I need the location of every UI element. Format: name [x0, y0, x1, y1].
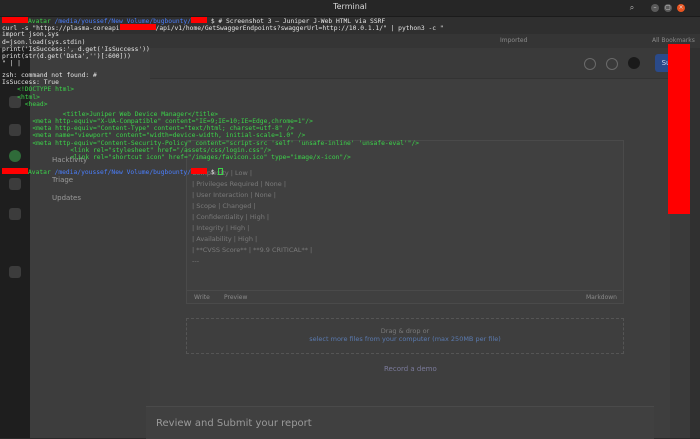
redacted-username	[2, 168, 28, 174]
maximize-button[interactable]: ▢	[664, 4, 672, 12]
minimize-button[interactable]: –	[651, 4, 659, 12]
dropzone-text: Drag & drop or	[380, 327, 430, 335]
prompt-line-1: Avatar /media/youssef/New Volume/bugboun…	[2, 17, 385, 25]
redacted-username	[2, 17, 28, 23]
html-line: <meta http-equiv="Content-Type" content=…	[32, 125, 294, 133]
search-icon[interactable]: ⌕	[627, 3, 637, 13]
html-line: <html>	[17, 93, 40, 101]
redacted-host	[119, 24, 156, 31]
markdown-hint: Markdown	[586, 294, 617, 301]
review-title: Review and Submit your report	[156, 418, 312, 429]
review-section: Review and Submit your report	[146, 406, 654, 439]
redacted-scrollbar-overlay	[668, 44, 690, 214]
output-issuccess: IsSuccess: True	[2, 79, 59, 87]
html-line: <meta name="viewport" content="width=dev…	[32, 132, 306, 140]
dropzone-select-link[interactable]: select more files from your computer (ma…	[187, 335, 623, 343]
py-line: import json,sys	[2, 31, 59, 39]
chart-icon[interactable]	[9, 208, 21, 220]
terminal-titlebar[interactable]: Terminal ⌕ – ▢ ×	[0, 0, 700, 17]
record-demo-button[interactable]: Record a demo	[384, 365, 437, 373]
py-line: print(str(d.get('Data','')[:600]))	[2, 53, 131, 60]
html-line: <!DOCTYPE html>	[17, 86, 75, 94]
prompt-line-2: Avatar /media/youssef/New Volume/bugboun…	[2, 168, 224, 176]
tab-preview[interactable]: Preview	[224, 294, 247, 301]
html-line: <link rel="stylesheet" href="/assets/css…	[70, 146, 272, 154]
html-line: <meta http-equiv="X-UA-Compatible" conte…	[32, 118, 313, 125]
redacted-folder	[191, 168, 208, 174]
error-line: zsh: command not found: #	[2, 72, 97, 79]
file-dropzone[interactable]: Drag & drop or select more files from yo…	[186, 318, 624, 354]
html-line: <head>	[24, 100, 48, 108]
terminal-output[interactable]: Avatar /media/youssef/New Volume/bugboun…	[0, 17, 700, 187]
terminal-cursor	[218, 168, 224, 175]
close-button[interactable]: ×	[677, 4, 685, 12]
editor-tabs: Write Preview Markdown	[186, 290, 622, 305]
window-title: Terminal	[333, 2, 367, 11]
html-line: <title>Juniper Web Device Manager</title…	[2, 110, 219, 118]
share-icon[interactable]	[9, 266, 21, 278]
py-line: d=json.load(sys.stdin)	[2, 38, 86, 46]
redacted-folder	[191, 17, 208, 23]
html-line: <meta http-equiv="Content-Security-Polic…	[32, 139, 420, 147]
nav-updates[interactable]: Updates	[52, 194, 81, 202]
curl-command: curl -s "https://plasma-coreapi/api/v1/h…	[2, 24, 444, 33]
py-line: " | |	[2, 60, 21, 68]
py-line: print('IsSuccess:', d.get('IsSuccess'))	[2, 45, 150, 53]
html-line: <link rel="shortcut icon" href="/images/…	[70, 154, 351, 161]
tab-write[interactable]: Write	[194, 294, 210, 301]
